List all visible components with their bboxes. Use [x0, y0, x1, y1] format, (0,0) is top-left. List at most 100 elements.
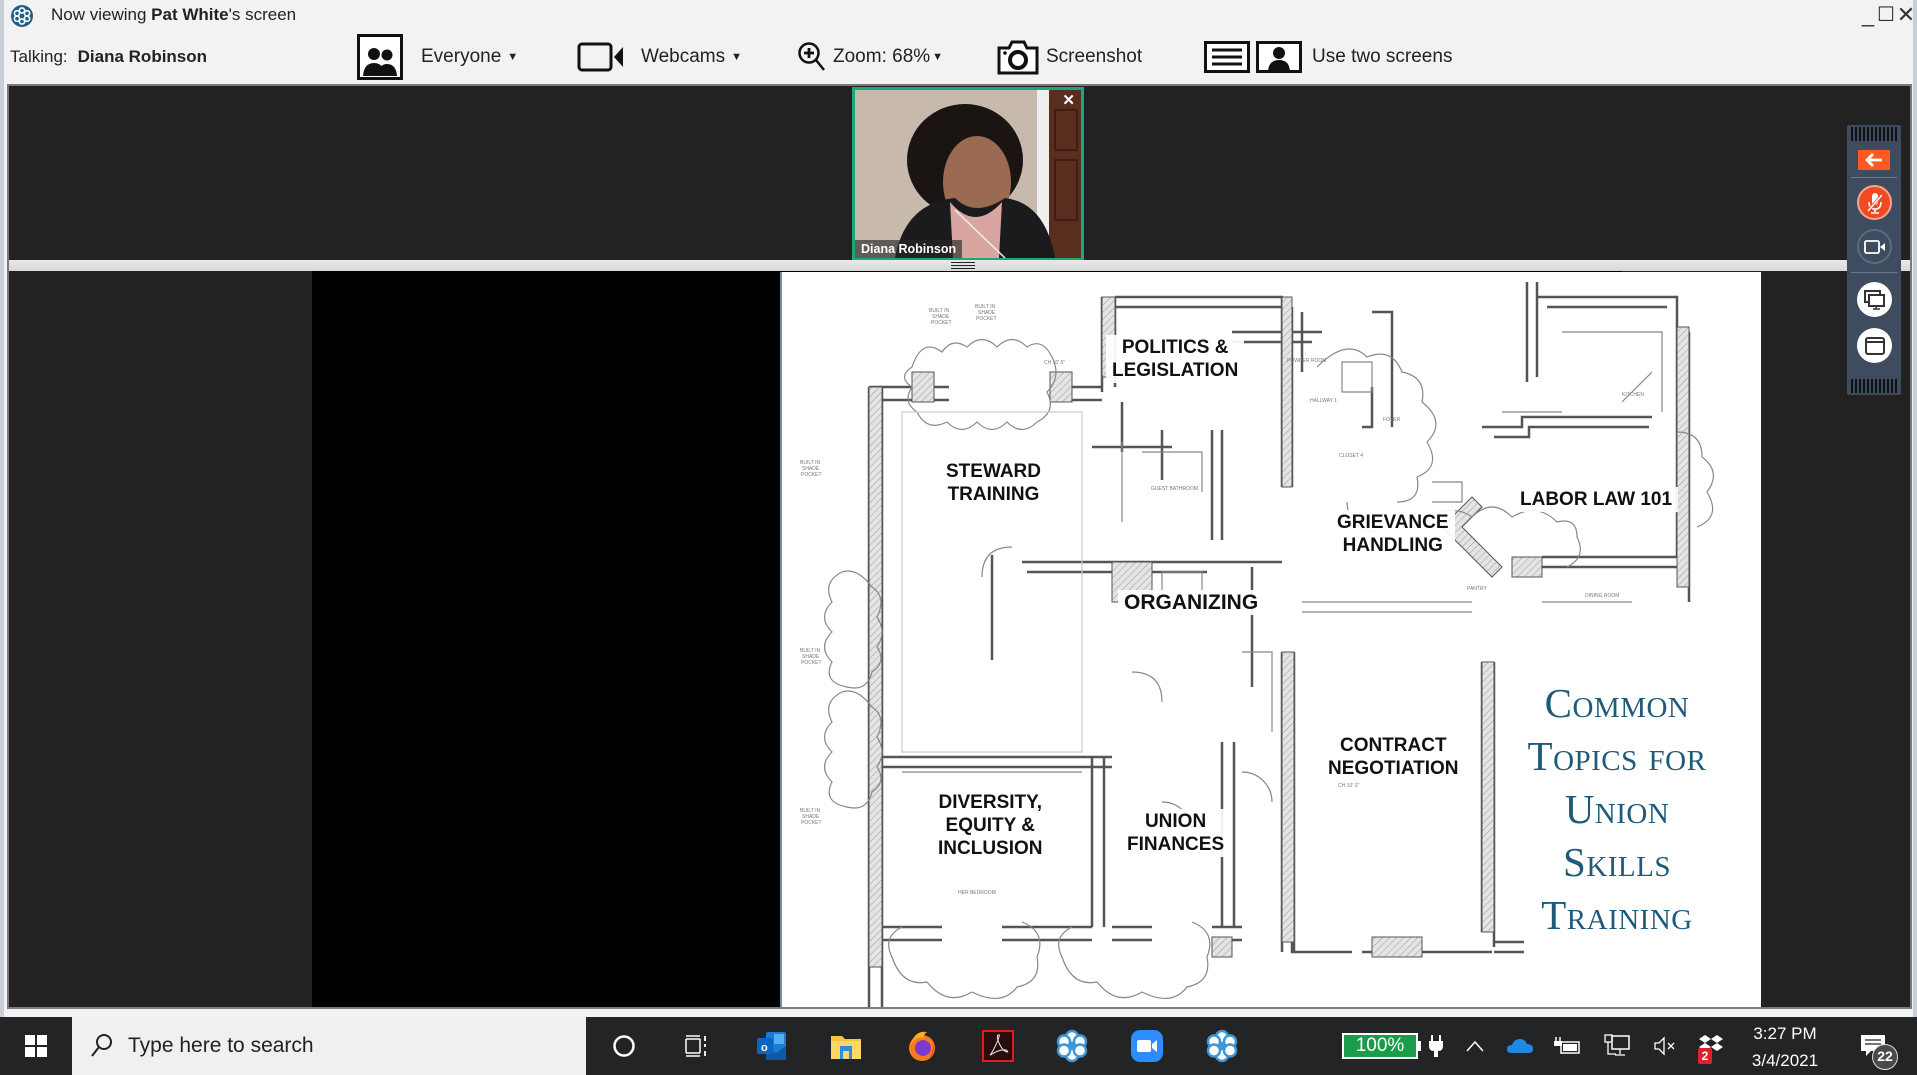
clock-date: 3/4/2021	[1751, 1051, 1819, 1070]
svg-text:POCKET: POCKET	[801, 660, 822, 666]
svg-text:HALLWAY 1: HALLWAY 1	[1310, 398, 1337, 404]
onedrive-icon[interactable]	[1505, 1017, 1535, 1075]
webcam-video	[855, 90, 1081, 258]
svg-text:PANTRY: PANTRY	[1467, 586, 1487, 592]
screen-viewer-window: Now viewing Pat White's screen _ ☐ ✕ Tal…	[0, 0, 1917, 1017]
collapse-button[interactable]	[1858, 150, 1890, 170]
presentation-slide: BUILT IN SHADE POCKET BUILT IN SHADE POCKET …	[780, 272, 1761, 1007]
cortana-button[interactable]	[596, 1017, 652, 1075]
room-label-union-finances: UNION FINANCES	[1121, 809, 1231, 857]
webcams-dropdown[interactable]: Webcams ▼	[577, 30, 742, 84]
zoom-label: Zoom: 68%	[833, 46, 931, 67]
taskbar-app-glance-2[interactable]	[1194, 1017, 1250, 1075]
webcam-toggle-button[interactable]	[1857, 229, 1892, 264]
cortana-icon	[613, 1035, 635, 1057]
dropbox-notification-badge: 2	[1698, 1048, 1712, 1064]
action-center-button[interactable]: 22	[1848, 1017, 1898, 1075]
taskbar-app-glance[interactable]	[1044, 1017, 1100, 1075]
camera-icon	[997, 40, 1039, 75]
windows-logo-icon	[25, 1035, 47, 1057]
battery-indicator[interactable]: 100%	[1342, 1017, 1421, 1075]
room-label-organizing: ORGANIZING	[1118, 590, 1265, 615]
everyone-dropdown[interactable]: Everyone ▼	[357, 30, 518, 84]
taskbar-search-box[interactable]: Type here to search	[72, 1017, 586, 1075]
microphone-muted-icon	[1866, 192, 1883, 214]
maximize-button[interactable]: ☐	[1875, 3, 1897, 27]
task-view-icon	[685, 1035, 706, 1057]
zoom-app-icon	[1131, 1030, 1163, 1062]
share-screens-button[interactable]	[1857, 282, 1892, 317]
slide-title-line: Common	[1544, 680, 1690, 726]
mute-microphone-button[interactable]	[1857, 185, 1892, 220]
svg-text:o: o	[761, 1042, 768, 1054]
shared-screen-area: BUILT IN SHADE POCKET BUILT IN SHADE POCKET …	[312, 271, 1761, 1007]
window-mode-button[interactable]	[1857, 328, 1892, 363]
svg-text:CH 10'-3": CH 10'-3"	[1338, 783, 1360, 789]
use-two-screens-label: Use two screens	[1312, 46, 1453, 67]
room-label-diversity-equity-inclusion: DIVERSITY, EQUITY & INCLUSION	[932, 790, 1049, 861]
slide-title-line: Union	[1564, 786, 1670, 832]
talking-label: Talking:	[10, 47, 68, 66]
search-icon	[91, 1034, 112, 1057]
screens-icon	[1863, 289, 1885, 310]
talking-name: Diana Robinson	[77, 47, 208, 66]
firefox-icon	[909, 1031, 935, 1061]
svg-text:POCKET: POCKET	[976, 316, 997, 322]
webcams-label: Webcams	[641, 46, 726, 67]
webcam-tile[interactable]: ✕ Diana Robinson	[852, 87, 1084, 261]
svg-text:POWDER ROOM: POWDER ROOM	[1287, 358, 1326, 364]
slide-title-line: Training	[1541, 892, 1693, 938]
power-plug-icon[interactable]	[1424, 1017, 1448, 1075]
chevron-down-icon: ▼	[932, 51, 944, 63]
svg-text:DINING ROOM: DINING ROOM	[1585, 593, 1619, 599]
svg-text:FOYER: FOYER	[1383, 417, 1401, 423]
taskbar-app-outlook[interactable]: o	[744, 1017, 800, 1075]
person-icon	[1256, 41, 1302, 73]
room-label-contract-negotiation: CONTRACT NEGOTIATION	[1322, 733, 1465, 781]
drag-handle[interactable]	[1851, 127, 1897, 141]
title-bar: Now viewing Pat White's screen _ ☐ ✕	[4, 0, 1915, 30]
arrow-left-icon	[1865, 153, 1882, 167]
show-hidden-icons-chevron-up-icon[interactable]	[1460, 1017, 1490, 1075]
room-label-labor-law-101: LABOR LAW 101	[1514, 487, 1679, 512]
clock-time: 3:27 PM	[1753, 1024, 1817, 1043]
app-logo-icon	[11, 5, 33, 27]
svg-text:CH 10' 5": CH 10' 5"	[1044, 360, 1065, 366]
svg-text:HER BEDROOM: HER BEDROOM	[958, 890, 996, 896]
dropbox-icon[interactable]: 2	[1694, 1017, 1728, 1075]
webcam-close-button[interactable]: ✕	[1062, 91, 1075, 109]
zoom-dropdown[interactable]: Zoom: 68% ▼	[797, 30, 943, 84]
task-view-button[interactable]	[668, 1017, 724, 1075]
floating-control-bar	[1847, 125, 1901, 395]
drag-handle[interactable]	[1851, 379, 1897, 393]
shared-screen-pane: BUILT IN SHADE POCKET BUILT IN SHADE POCKET …	[7, 271, 1912, 1009]
notifications-count-badge: 22	[1872, 1044, 1898, 1070]
taskbar-app-acrobat[interactable]	[970, 1017, 1026, 1075]
glance-app-icon	[1056, 1029, 1088, 1063]
network-icon[interactable]	[1600, 1017, 1634, 1075]
splitter-grip-icon[interactable]	[950, 261, 976, 270]
window-title: Now viewing Pat White's screen	[51, 5, 297, 24]
svg-text:POCKET: POCKET	[931, 320, 952, 326]
acrobat-icon	[982, 1030, 1014, 1062]
webcam-pane: ✕ Diana Robinson	[7, 84, 1912, 261]
close-button[interactable]: ✕	[1895, 3, 1917, 27]
list-icon	[1204, 41, 1250, 73]
window-icon	[1864, 336, 1885, 355]
webcam-icon	[577, 42, 623, 72]
screenshot-button[interactable]: Screenshot	[996, 30, 1142, 84]
taskbar-app-file-explorer[interactable]	[818, 1017, 874, 1075]
system-clock[interactable]: 3:27 PM 3/4/2021	[1740, 1017, 1830, 1075]
slide-title-line: Skills	[1563, 839, 1671, 885]
slide-title: Common Topics for Union Skills Training	[1487, 677, 1747, 942]
start-button[interactable]	[0, 1017, 72, 1075]
taskbar-app-firefox[interactable]	[894, 1017, 950, 1075]
room-label-steward-training: STEWARD TRAINING	[940, 459, 1047, 507]
viewer-toolbar: Talking: Diana Robinson Everyone ▼ Webca…	[4, 30, 1913, 84]
battery-status-icon[interactable]	[1550, 1017, 1584, 1075]
svg-text:GUEST BATHROOM: GUEST BATHROOM	[1151, 486, 1198, 492]
volume-muted-icon[interactable]	[1650, 1017, 1680, 1075]
use-two-screens-button[interactable]: Use two screens	[1204, 30, 1452, 84]
taskbar-app-zoom[interactable]	[1119, 1017, 1175, 1075]
svg-text:CLOSET 4: CLOSET 4	[1339, 453, 1363, 459]
